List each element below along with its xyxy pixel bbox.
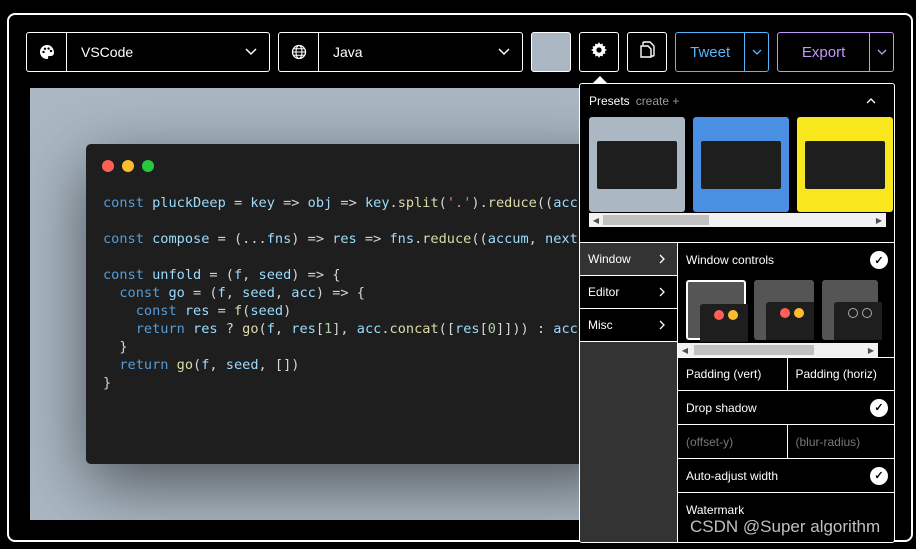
preset-thumbnail[interactable] [797, 117, 893, 212]
export-options-button[interactable] [869, 33, 893, 71]
settings-menu: Window Editor Misc [580, 243, 678, 542]
chevron-down-icon [486, 33, 522, 71]
window-controls [102, 160, 154, 172]
collapse-icon[interactable] [866, 96, 876, 107]
tweet-options-button[interactable] [744, 33, 768, 71]
padding-row: Padding (vert) Padding (horiz) [678, 357, 895, 391]
preset-list [589, 117, 893, 212]
auto-adjust-width-row[interactable]: Auto-adjust width ✓ [678, 459, 894, 493]
check-icon[interactable]: ✓ [870, 251, 888, 269]
padding-vert-control[interactable]: Padding (vert) [678, 358, 788, 390]
maximize-dot [142, 160, 154, 172]
scroll-right-icon[interactable]: ▶ [872, 216, 886, 225]
language-value: Java [333, 44, 363, 60]
shadow-inputs-row: (offset-y) (blur-radius) [678, 425, 895, 459]
menu-item-editor[interactable]: Editor [580, 276, 677, 309]
presets-scrollbar[interactable]: ◀ ▶ [589, 213, 886, 227]
drop-shadow-row[interactable]: Drop shadow ✓ [678, 391, 894, 425]
export-button[interactable]: Export [778, 33, 869, 71]
copy-icon [639, 40, 655, 64]
preset-thumbnail[interactable] [589, 117, 685, 212]
presets-label: Presets [589, 94, 630, 108]
window-controls-row[interactable]: Window controls ✓ [678, 243, 894, 277]
menu-item-misc[interactable]: Misc [580, 309, 677, 342]
code-window: const pluckDeep = key => obj => key.spli… [86, 144, 590, 464]
copy-button[interactable] [627, 32, 667, 72]
check-icon[interactable]: ✓ [870, 398, 888, 417]
globe-icon [279, 33, 319, 71]
chevron-right-icon [659, 287, 665, 297]
theme-value: VSCode [81, 44, 134, 60]
gear-icon [591, 41, 607, 63]
window-style-option[interactable] [822, 280, 882, 340]
presets-header: Presets create + [589, 94, 679, 108]
chevron-down-icon [877, 49, 887, 55]
chevron-right-icon [659, 254, 665, 264]
minimize-dot [122, 160, 134, 172]
background-color-swatch[interactable] [531, 32, 571, 72]
offset-y-input[interactable]: (offset-y) [678, 425, 788, 458]
close-dot [102, 160, 114, 172]
tweet-button[interactable]: Tweet [676, 33, 744, 71]
window-style-option[interactable] [754, 280, 814, 340]
overlay-watermark: CSDN @Super algorithm [690, 517, 881, 536]
preset-thumbnail[interactable] [693, 117, 789, 212]
window-style-option[interactable] [686, 280, 748, 342]
check-icon[interactable]: ✓ [870, 466, 888, 485]
language-dropdown[interactable]: Java [278, 32, 523, 72]
theme-dropdown[interactable]: VSCode [26, 32, 270, 72]
chevron-down-icon [233, 33, 269, 71]
scroll-right-icon[interactable]: ▶ [864, 346, 878, 355]
scroll-left-icon[interactable]: ◀ [678, 346, 692, 355]
padding-horiz-control[interactable]: Padding (horiz) [788, 358, 895, 390]
create-preset-button[interactable]: create + [636, 94, 680, 108]
code-canvas: const pluckDeep = key => obj => key.spli… [30, 88, 590, 520]
window-controls-scrollbar[interactable]: ◀ ▶ [678, 343, 878, 357]
chevron-down-icon [752, 49, 762, 55]
code-editor[interactable]: const pluckDeep = key => obj => key.spli… [103, 194, 590, 392]
window-settings: Window controls ✓ ◀ ▶ Padding (vert) Pad… [678, 243, 895, 527]
tweet-split-button: Tweet [675, 32, 769, 72]
export-split-button: Export [777, 32, 894, 72]
scroll-left-icon[interactable]: ◀ [589, 216, 603, 225]
blur-radius-input[interactable]: (blur-radius) [788, 425, 895, 458]
settings-button[interactable] [579, 32, 619, 72]
menu-item-window[interactable]: Window [580, 243, 677, 276]
palette-icon [27, 33, 67, 71]
chevron-right-icon [659, 320, 665, 330]
settings-panel: Presets create + ◀ ▶ Window Editor Misc … [579, 83, 895, 543]
window-control-options [678, 277, 894, 343]
